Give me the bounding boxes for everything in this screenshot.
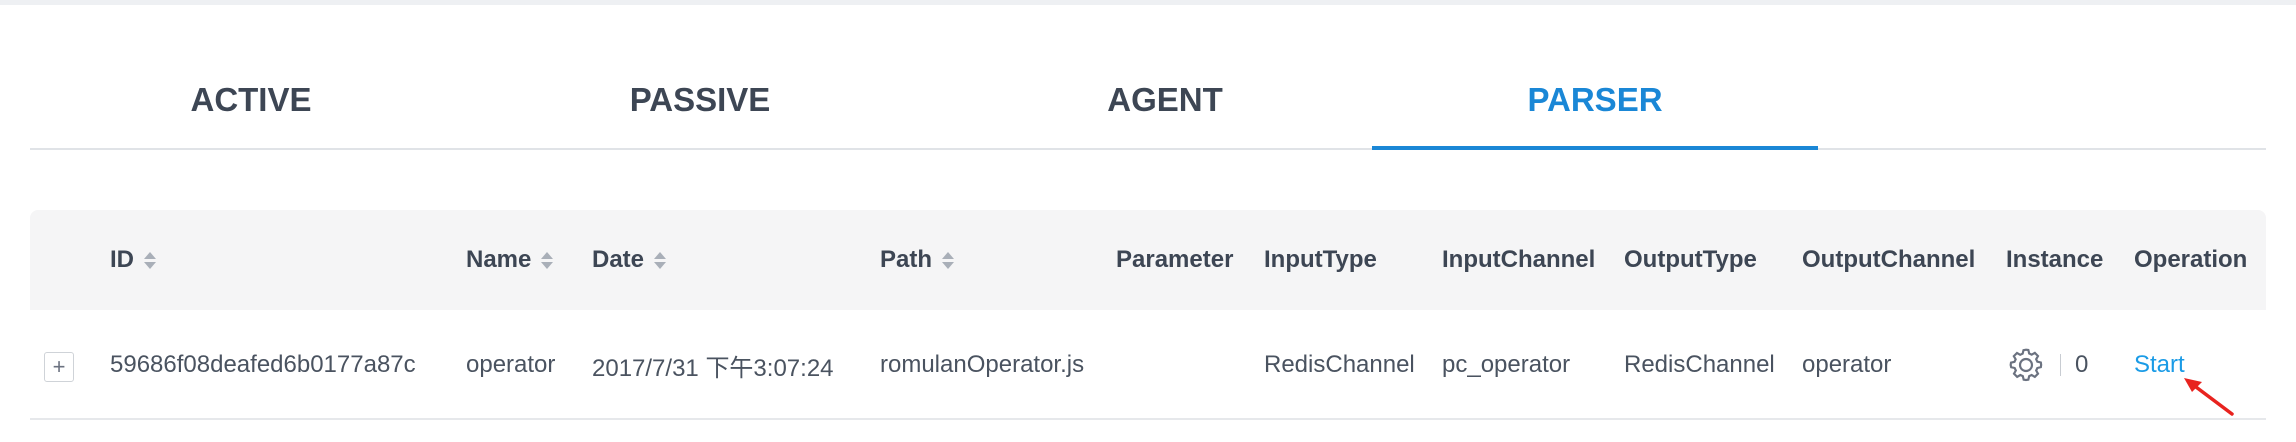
red-arrow-icon [2184, 378, 2234, 416]
table-header: ID Name Date Path Parameter InputType In… [30, 210, 2266, 310]
column-date-label: Date [592, 246, 645, 273]
tab-parser[interactable]: PARSER [1372, 50, 1818, 150]
divider [2060, 354, 2061, 376]
column-parameter: Parameter [1116, 246, 1234, 273]
sort-icon[interactable] [654, 251, 667, 269]
top-border [0, 0, 2296, 5]
tab-bar: ACTIVE PASSIVE AGENT PARSER [30, 50, 2266, 150]
column-outputtype: OutputType [1624, 246, 1757, 273]
column-path-label: Path [880, 246, 933, 273]
gear-icon[interactable] [2006, 345, 2046, 385]
active-tab-indicator [1372, 146, 1818, 150]
tab-passive[interactable]: PASSIVE [472, 50, 928, 150]
sort-icon[interactable] [144, 251, 156, 269]
column-operation: Operation [2134, 246, 2248, 273]
cell-inputtype: RedisChannel [1264, 351, 1415, 378]
column-path[interactable]: Path [880, 210, 955, 310]
cell-outputchannel: operator [1802, 351, 1892, 378]
cell-name: operator [466, 351, 556, 378]
column-name-label: Name [466, 246, 532, 273]
expand-row-button[interactable]: + [44, 352, 74, 382]
tab-agent[interactable]: AGENT [928, 50, 1402, 150]
parser-table: ID Name Date Path Parameter InputType In… [30, 210, 2266, 420]
cell-instance: 0 [2006, 310, 2088, 420]
column-outputchannel: OutputChannel [1802, 246, 1976, 273]
tab-active[interactable]: ACTIVE [30, 50, 472, 150]
cell-outputtype: RedisChannel [1624, 351, 1775, 378]
column-name[interactable]: Name [466, 210, 554, 310]
column-date[interactable]: Date [592, 210, 667, 310]
sort-icon[interactable] [541, 251, 554, 269]
column-id[interactable]: ID [110, 210, 156, 310]
cell-path: romulanOperator.js [880, 351, 1085, 378]
column-instance: Instance [2006, 246, 2104, 273]
sort-icon[interactable] [942, 251, 955, 269]
cell-inputchannel: pc_operator [1442, 351, 1571, 378]
column-inputchannel: InputChannel [1442, 246, 1596, 273]
table-row: + 59686f08deafed6b0177a87c operator 2017… [30, 310, 2266, 420]
column-id-label: ID [110, 246, 134, 273]
instance-count: 0 [2075, 351, 2089, 378]
cell-date: 2017/7/31 下午3:07:24 [592, 354, 834, 382]
cell-id: 59686f08deafed6b0177a87c [110, 351, 416, 378]
start-button[interactable]: Start [2134, 310, 2185, 420]
column-inputtype: InputType [1264, 246, 1377, 273]
